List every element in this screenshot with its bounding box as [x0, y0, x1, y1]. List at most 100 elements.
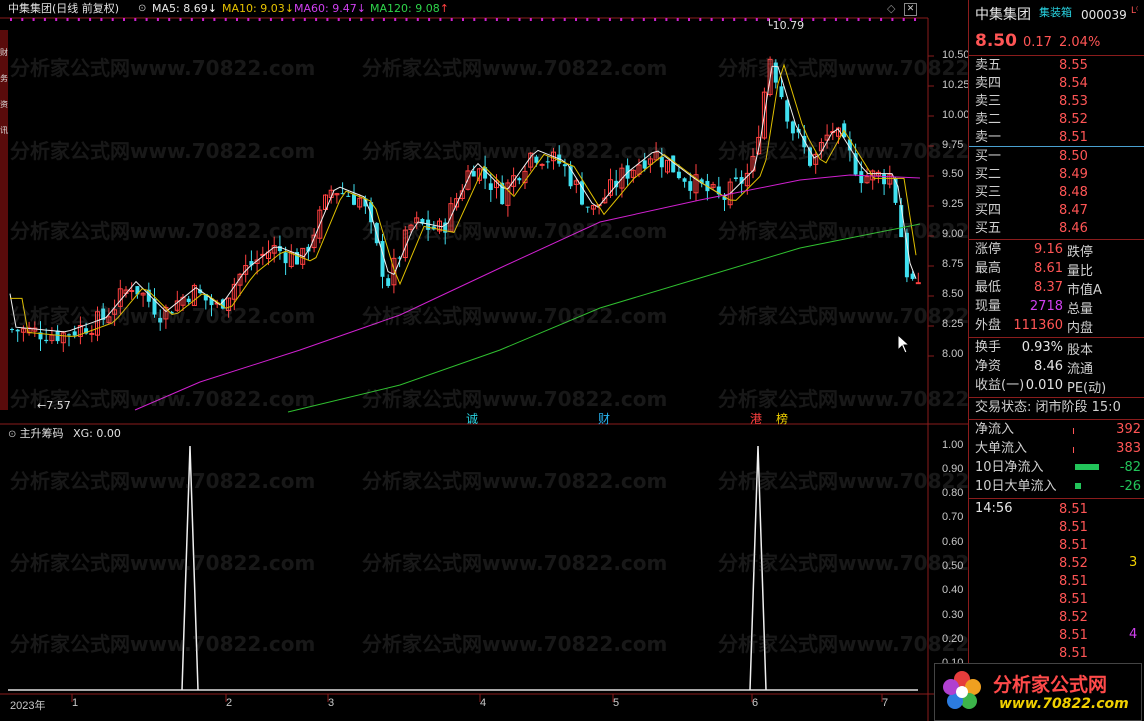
side-tab-label: 务	[0, 74, 8, 83]
stat-label: 外盘	[975, 318, 1002, 333]
candle-body	[785, 100, 790, 122]
tick-price: 8.51	[1059, 574, 1088, 589]
y-tick: 0.50	[942, 560, 964, 572]
stat-value: 111360	[1013, 318, 1063, 333]
tick-price: 8.52	[1059, 610, 1088, 625]
side-tab-labels[interactable]: 财 务 资 讯	[0, 40, 8, 144]
ask-label: 卖五	[975, 58, 1002, 73]
stat-label: 换手	[975, 340, 1002, 355]
stat-value: 8.46	[1034, 359, 1063, 374]
signal-dot	[236, 18, 238, 21]
signal-dot	[563, 18, 566, 21]
signal-dot	[10, 18, 12, 21]
candle-body	[773, 62, 778, 83]
candle-body	[733, 177, 738, 179]
event-marker[interactable]: 榜	[776, 410, 788, 427]
signal-dot	[156, 18, 159, 21]
signal-dot	[902, 18, 905, 21]
signal-dot	[269, 18, 272, 21]
trade-state: 交易状态: 闭市阶段 15:0	[975, 400, 1121, 415]
indicator-title[interactable]: ⊙ 主升筹码 XG: 0.00	[8, 426, 121, 442]
candle-body	[129, 290, 135, 293]
y-tick: 10.50	[942, 49, 970, 61]
flow-bar	[1073, 447, 1074, 453]
tick-list[interactable]: 8.51 8.51 8.51 8.52 8.51 8.51 8.52 8.51 …	[1059, 501, 1088, 663]
price-chart[interactable]	[0, 0, 968, 721]
signal-dot	[303, 18, 306, 21]
y-tick: 8.50	[942, 288, 964, 300]
stat-label: 股本	[1067, 343, 1094, 358]
signal-dot	[55, 18, 58, 21]
candle-body	[534, 156, 539, 163]
stat-label: 内盘	[1067, 321, 1094, 336]
bid-price: 8.46	[1059, 221, 1088, 236]
event-marker[interactable]: 诚	[466, 410, 478, 427]
signal-dot	[416, 18, 419, 21]
signal-dot	[450, 18, 453, 21]
y-tick: 0.20	[942, 633, 964, 645]
flag-icon[interactable]: L⁽	[1131, 6, 1138, 16]
stat-label: 收益(一)	[975, 378, 1025, 393]
flow-bar	[1075, 464, 1099, 470]
signal-dot	[123, 18, 125, 21]
ask-label: 卖三	[975, 94, 1002, 109]
flow-label: 大单流入	[975, 441, 1028, 456]
tick-volume: 3	[1129, 555, 1138, 570]
logo-title: 分析家公式网	[993, 674, 1108, 696]
candle-body	[915, 282, 921, 285]
signal-dot	[405, 18, 408, 21]
ask-price: 8.51	[1059, 130, 1088, 145]
signal-dot	[145, 18, 148, 21]
candle-body	[44, 339, 49, 342]
signal-dot	[495, 18, 498, 21]
flow-bar	[1073, 428, 1074, 434]
signal-dot	[89, 18, 92, 21]
signal-dot	[394, 18, 397, 21]
signal-dot	[654, 18, 657, 21]
candle-body	[859, 171, 864, 184]
signal-dot	[699, 18, 702, 21]
flow-label: 10日净流入	[975, 460, 1044, 475]
y-tick: 9.00	[942, 228, 964, 240]
y-tick: 8.00	[942, 348, 964, 360]
tick-price: 8.51	[1059, 502, 1088, 517]
flower-logo-icon	[943, 671, 981, 709]
x-tick: 4	[480, 697, 487, 709]
indicator-spike	[181, 445, 199, 691]
signal-dot	[665, 18, 668, 21]
ma60-line	[134, 174, 921, 411]
flow-bar	[1075, 483, 1081, 489]
y-tick: 0.30	[942, 609, 964, 621]
sector-tag[interactable]: 集装箱	[1039, 4, 1072, 20]
divider	[969, 337, 1144, 338]
settings-icon[interactable]: ⊙	[8, 429, 20, 440]
bid-price: 8.50	[1059, 149, 1088, 164]
signal-dot	[258, 18, 261, 21]
event-marker[interactable]: 港	[750, 410, 762, 427]
candle-body	[352, 194, 356, 205]
signal-dot	[631, 18, 634, 21]
signal-dot	[891, 18, 894, 21]
signal-dot	[190, 18, 193, 21]
site-logo: 分析家公式网 www.70822.com	[934, 663, 1142, 721]
stat-label: 最低	[975, 280, 1002, 295]
candle-body	[642, 160, 647, 169]
bid-price: 8.47	[1059, 203, 1088, 218]
chart-area[interactable]: 中集集团(日线 前复权) ⊙ MA5: 8.69↓ MA10: 9.03↓ MA…	[0, 0, 1023, 721]
y-tick: 9.25	[942, 198, 964, 210]
bid-label: 买四	[975, 203, 1002, 218]
signal-dot	[823, 18, 826, 21]
signal-dot	[371, 18, 374, 21]
stat-label: 现量	[975, 299, 1002, 314]
flow-value: 392	[1116, 422, 1141, 437]
signal-dot	[247, 18, 250, 21]
stat-label: 量比	[1067, 264, 1094, 279]
ask-label: 卖一	[975, 130, 1002, 145]
signal-dot	[834, 18, 837, 21]
signal-dot	[281, 18, 284, 21]
event-marker[interactable]: 财	[598, 410, 610, 427]
signal-dot	[100, 18, 103, 21]
stat-label: 最高	[975, 261, 1002, 276]
bid-price: 8.48	[1059, 185, 1088, 200]
stat-label: PE(动)	[1067, 381, 1107, 396]
